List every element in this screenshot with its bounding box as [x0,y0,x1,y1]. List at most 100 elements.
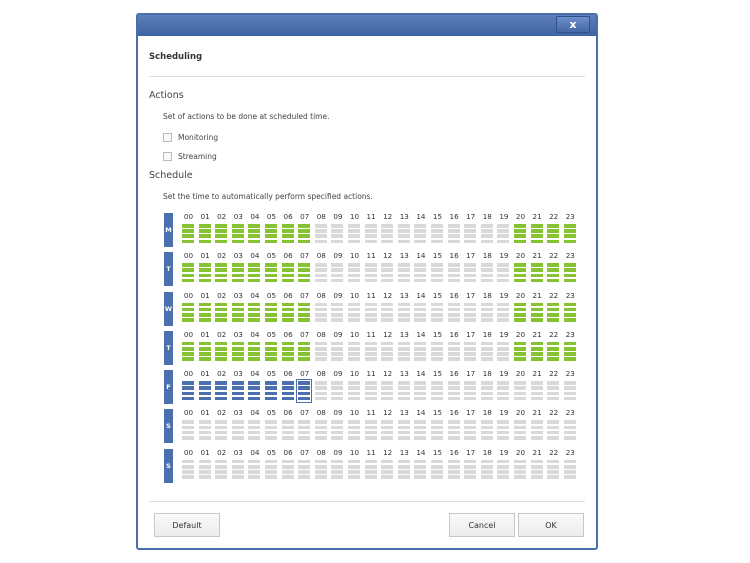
hour-slot[interactable]: 10 [348,369,361,405]
quarter-cell[interactable] [464,239,477,244]
quarter-cell[interactable] [431,312,443,317]
quarter-cell[interactable] [298,391,311,396]
quarter-cell[interactable] [231,229,244,233]
quarter-cell[interactable] [265,263,277,267]
quarter-cell[interactable] [281,396,294,401]
quarter-cell[interactable] [331,357,344,362]
quarter-cell[interactable] [281,470,294,474]
hour-slot[interactable]: 13 [397,251,411,287]
quarter-cell[interactable] [530,381,543,385]
hour-cells[interactable] [314,341,327,362]
quarter-cell[interactable] [414,318,427,322]
hour-slot[interactable]: 06 [281,212,295,248]
quarter-cell[interactable] [497,263,510,267]
quarter-cell[interactable] [547,347,560,351]
quarter-cell[interactable] [314,381,327,385]
hour-slot[interactable]: 02 [215,330,228,366]
quarter-cell[interactable] [265,357,277,362]
quarter-cell[interactable] [248,239,261,244]
quarter-cell[interactable] [364,318,377,322]
hour-slot[interactable]: 11 [364,251,378,287]
quarter-cell[interactable] [281,234,294,238]
quarter-cell[interactable] [547,475,560,479]
hour-cells[interactable] [431,381,443,401]
hour-cells[interactable] [447,381,460,401]
quarter-cell[interactable] [414,470,427,474]
hour-cells[interactable] [530,263,543,283]
quarter-cell[interactable] [480,464,493,469]
quarter-cell[interactable] [314,436,327,440]
hour-slot[interactable]: 20 [514,448,527,484]
hour-slot[interactable]: 23 [563,330,577,366]
hour-slot[interactable]: 23 [563,369,577,405]
quarter-cell[interactable] [397,420,410,425]
hour-slot[interactable]: 08 [314,251,328,287]
quarter-cell[interactable] [447,273,460,278]
quarter-cell[interactable] [381,278,394,283]
hour-cells[interactable] [563,224,576,244]
quarter-cell[interactable] [381,357,394,362]
quarter-cell[interactable] [198,475,211,479]
quarter-cell[interactable] [182,312,194,317]
quarter-cell[interactable] [480,352,493,356]
quarter-cell[interactable] [265,347,277,351]
quarter-cell[interactable] [497,475,510,479]
quarter-cell[interactable] [231,386,244,390]
quarter-cell[interactable] [514,239,526,244]
hour-slot[interactable]: 22 [547,251,560,287]
quarter-cell[interactable] [464,352,477,356]
quarter-cell[interactable] [298,341,311,346]
quarter-cell[interactable] [381,391,394,396]
hour-slot[interactable]: 03 [231,251,245,287]
hour-slot[interactable]: 11 [364,448,378,484]
quarter-cell[interactable] [281,273,294,278]
quarter-cell[interactable] [514,278,526,283]
hour-cells[interactable] [563,420,576,440]
quarter-cell[interactable] [397,318,410,322]
quarter-cell[interactable] [447,396,460,401]
quarter-cell[interactable] [314,302,327,307]
quarter-cell[interactable] [381,234,394,238]
quarter-cell[interactable] [265,425,277,430]
quarter-cell[interactable] [514,302,526,307]
quarter-cell[interactable] [298,239,311,244]
quarter-cell[interactable] [198,391,211,396]
hour-slot[interactable]: 14 [414,212,427,248]
quarter-cell[interactable] [231,430,244,435]
hour-slot[interactable]: 07 [298,251,311,287]
quarter-cell[interactable] [431,224,443,228]
hour-slot[interactable]: 20 [514,291,527,327]
quarter-cell[interactable] [447,420,460,425]
quarter-cell[interactable] [464,357,477,362]
quarter-cell[interactable] [314,307,327,312]
quarter-cell[interactable] [348,224,360,228]
hour-slot[interactable]: 07 [298,448,311,484]
quarter-cell[interactable] [265,302,277,307]
quarter-cell[interactable] [248,263,261,267]
quarter-cell[interactable] [215,302,228,307]
quarter-cell[interactable] [514,341,526,346]
quarter-cell[interactable] [298,475,311,479]
hour-slot[interactable]: 10 [348,448,361,484]
quarter-cell[interactable] [364,278,377,283]
quarter-cell[interactable] [281,318,294,322]
quarter-cell[interactable] [563,381,576,385]
hour-slot[interactable]: 05 [265,212,278,248]
hour-cells[interactable] [182,459,194,480]
quarter-cell[interactable] [231,278,244,283]
hour-slot[interactable]: 12 [381,448,394,484]
quarter-cell[interactable] [314,239,327,244]
quarter-cell[interactable] [563,268,576,273]
quarter-cell[interactable] [298,302,311,307]
quarter-cell[interactable] [182,470,194,474]
quarter-cell[interactable] [414,229,427,233]
ok-button[interactable]: OK [518,513,584,537]
hour-slot[interactable]: 17 [464,330,477,366]
quarter-cell[interactable] [464,430,477,435]
hour-slot[interactable]: 04 [248,330,261,366]
hour-slot[interactable]: 14 [414,291,427,327]
quarter-cell[interactable] [480,278,493,283]
hour-cells[interactable] [182,381,194,401]
quarter-cell[interactable] [215,396,228,401]
quarter-cell[interactable] [464,381,477,385]
